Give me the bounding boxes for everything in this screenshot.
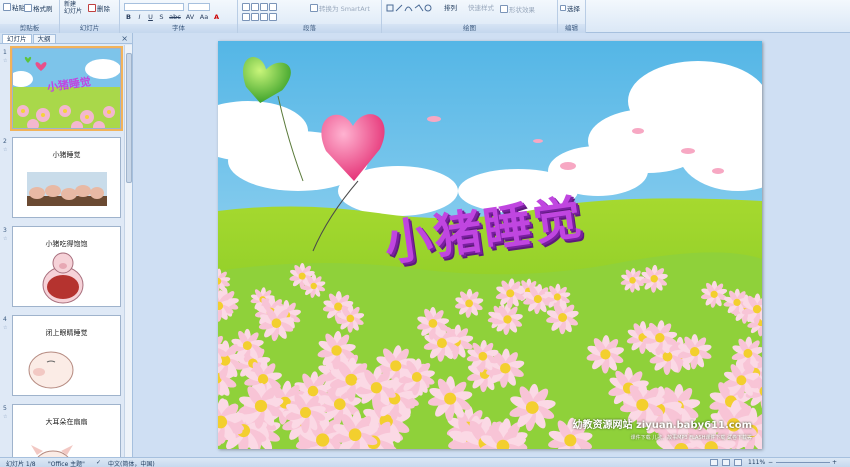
slides-label: 幻灯片 xyxy=(60,24,119,33)
drawing-label: 绘图 xyxy=(382,24,557,33)
tab-outline[interactable]: 大纲 xyxy=(32,34,56,43)
font-name-select[interactable] xyxy=(124,3,184,11)
slides-group: 新建 幻灯片 删除 幻灯片 xyxy=(60,0,120,33)
animation-icon: ☆ xyxy=(3,58,8,64)
numbered-list-icon xyxy=(251,3,259,11)
slide-number: 2 xyxy=(3,138,7,145)
thumbnail-row-1[interactable]: 1 ☆ 小猪睡觉 xyxy=(0,46,124,131)
bold-button[interactable]: B xyxy=(124,13,133,21)
thumbnail-row-4[interactable]: 4 ☆ 闭上眼睛睡觉 xyxy=(0,314,124,398)
justify-icon xyxy=(269,13,277,21)
zoom-in-icon[interactable]: + xyxy=(832,459,837,466)
shape-effects-button[interactable]: 形状效果 xyxy=(500,4,535,14)
slide-number: 4 xyxy=(3,316,7,323)
smartart-icon xyxy=(310,4,318,12)
clipboard-group: 粘贴 格式刷 剪贴板 xyxy=(0,0,60,33)
animation-icon: ☆ xyxy=(3,236,8,242)
align-center-icon xyxy=(251,13,259,21)
scrollbar-thumb[interactable] xyxy=(126,53,132,183)
slide-thumbnail-5[interactable]: 大耳朵在扇扇 xyxy=(12,404,121,457)
font-group: B I U S abc AV Aa A 字体 xyxy=(120,0,238,33)
animation-icon: ☆ xyxy=(3,414,8,420)
slide-number: 1 xyxy=(3,49,7,56)
shapes-gallery[interactable] xyxy=(386,3,436,13)
zoom-out-icon[interactable]: − xyxy=(768,459,773,466)
thumbnail-row-5[interactable]: 5 ☆ 大耳朵在扇扇 xyxy=(0,403,124,457)
slideshow-icon[interactable] xyxy=(734,459,742,466)
slide-number: 5 xyxy=(3,405,7,412)
outdent-icon xyxy=(269,3,277,11)
spacing-button[interactable]: AV xyxy=(184,13,196,21)
shadow-button[interactable]: S xyxy=(157,13,166,21)
delete-button[interactable]: 删除 xyxy=(88,3,110,13)
bullets-button[interactable] xyxy=(242,3,277,11)
fat-pig-art xyxy=(42,252,84,304)
pigs-photo xyxy=(27,172,107,206)
panel-scrollbar[interactable] xyxy=(124,45,132,457)
align-right-icon xyxy=(260,13,268,21)
delete-icon xyxy=(88,4,96,12)
language-indicator[interactable]: 中文(简体，中国) xyxy=(108,459,155,467)
slide-sorter-icon[interactable] xyxy=(722,459,730,466)
align-left-icon xyxy=(242,13,250,21)
font-size-select[interactable] xyxy=(188,3,210,11)
slide-number: 3 xyxy=(3,227,7,234)
slide-thumbnail-4[interactable]: 闭上眼睛睡觉 xyxy=(12,315,121,396)
editing-group: 选择 编辑 xyxy=(558,0,586,33)
cursor-icon xyxy=(560,5,566,11)
animation-icon: ☆ xyxy=(3,325,8,331)
change-case-button[interactable]: Aa xyxy=(198,13,210,21)
underline-button[interactable]: U xyxy=(146,13,155,21)
indent-icon xyxy=(260,3,268,11)
slide-editor: 小猪睡觉 幼教资源网站 ziyuan.baby611.com 课件下载 儿歌、故… xyxy=(134,33,850,457)
thumbnail-1-art: 小猪睡觉 xyxy=(13,49,120,128)
close-panel-icon[interactable]: × xyxy=(121,34,128,43)
tab-slides[interactable]: 幻灯片 xyxy=(2,34,32,43)
quick-styles-button[interactable]: 快速样式 xyxy=(468,2,494,12)
shapes-icon xyxy=(386,4,432,12)
normal-view-icon[interactable] xyxy=(710,459,718,466)
font-color-button[interactable]: A xyxy=(212,13,221,21)
ribbon: 粘贴 格式刷 剪贴板 新建 幻灯片 删除 幻灯片 B I U S abc AV … xyxy=(0,0,850,33)
animation-icon: ☆ xyxy=(3,147,8,153)
clipboard-label: 剪贴板 xyxy=(0,24,59,33)
slide-thumbnail-3[interactable]: 小猪吃得饱饱 xyxy=(12,226,121,307)
status-bar: 幻灯片 1/8 "Office 主题" ✓ 中文(简体，中国) 111% − + xyxy=(0,457,850,467)
slide-count: 幻灯片 1/8 xyxy=(6,461,36,467)
slide-canvas[interactable]: 小猪睡觉 幼教资源网站 ziyuan.baby611.com 课件下载 儿歌、故… xyxy=(218,41,762,449)
theme-name: "Office 主题" xyxy=(48,461,85,467)
site-watermark: 幼教资源网站 ziyuan.baby611.com xyxy=(572,420,752,431)
list-icon xyxy=(242,3,250,11)
align-buttons[interactable] xyxy=(242,13,277,21)
italic-button[interactable]: I xyxy=(135,13,144,21)
paragraph-group: 转换为 SmartArt 段落 xyxy=(238,0,382,33)
format-painter-button[interactable]: 格式刷 xyxy=(24,3,53,13)
slide-thumbnail-2[interactable]: 小猪睡觉 xyxy=(12,137,121,218)
paste-button[interactable]: 粘贴 xyxy=(3,2,25,12)
thumbnail-row-2[interactable]: 2 ☆ 小猪睡觉 xyxy=(0,136,124,220)
slide-thumbnail-1[interactable]: 小猪睡觉 xyxy=(10,46,123,131)
paragraph-label: 段落 xyxy=(238,24,381,33)
arrange-button[interactable]: 排列 xyxy=(444,2,457,12)
strikethrough-button[interactable]: abc xyxy=(168,13,182,21)
convert-smartart-button[interactable]: 转换为 SmartArt xyxy=(310,3,370,13)
new-slide-button[interactable]: 新建 幻灯片 xyxy=(64,1,82,15)
sleeping-pig-art xyxy=(28,351,74,389)
font-label: 字体 xyxy=(120,24,237,33)
drawing-group: 排列 快速样式 形状效果 绘图 xyxy=(382,0,558,33)
thumbnail-list: 1 ☆ 小猪睡觉 2 ☆ 小猪睡觉 3 ☆ 小猪吃得饱饱 4 ☆ 闭上眼睛睡觉 … xyxy=(0,45,124,457)
big-ear-pig-art xyxy=(31,445,73,457)
panel-tabs: 幻灯片 大纲 xyxy=(0,33,132,44)
editing-label: 编辑 xyxy=(558,24,585,33)
spellcheck-icon[interactable]: ✓ xyxy=(96,459,101,466)
zoom-slider[interactable] xyxy=(776,462,830,463)
slides-panel: 幻灯片 大纲 × 1 ☆ 小猪睡觉 2 ☆ 小猪睡觉 3 ☆ 小猪吃得饱饱 4 … xyxy=(0,33,133,457)
select-button[interactable]: 选择 xyxy=(560,3,580,13)
effects-icon xyxy=(500,5,508,13)
paste-icon xyxy=(3,3,11,11)
site-subtitle: 课件下载 儿歌、故事MP3 FLASH课件下载 试卷下载等 xyxy=(630,435,752,441)
zoom-level[interactable]: 111% xyxy=(748,459,765,466)
brush-icon xyxy=(24,4,32,12)
thumbnail-row-3[interactable]: 3 ☆ 小猪吃得饱饱 xyxy=(0,225,124,309)
